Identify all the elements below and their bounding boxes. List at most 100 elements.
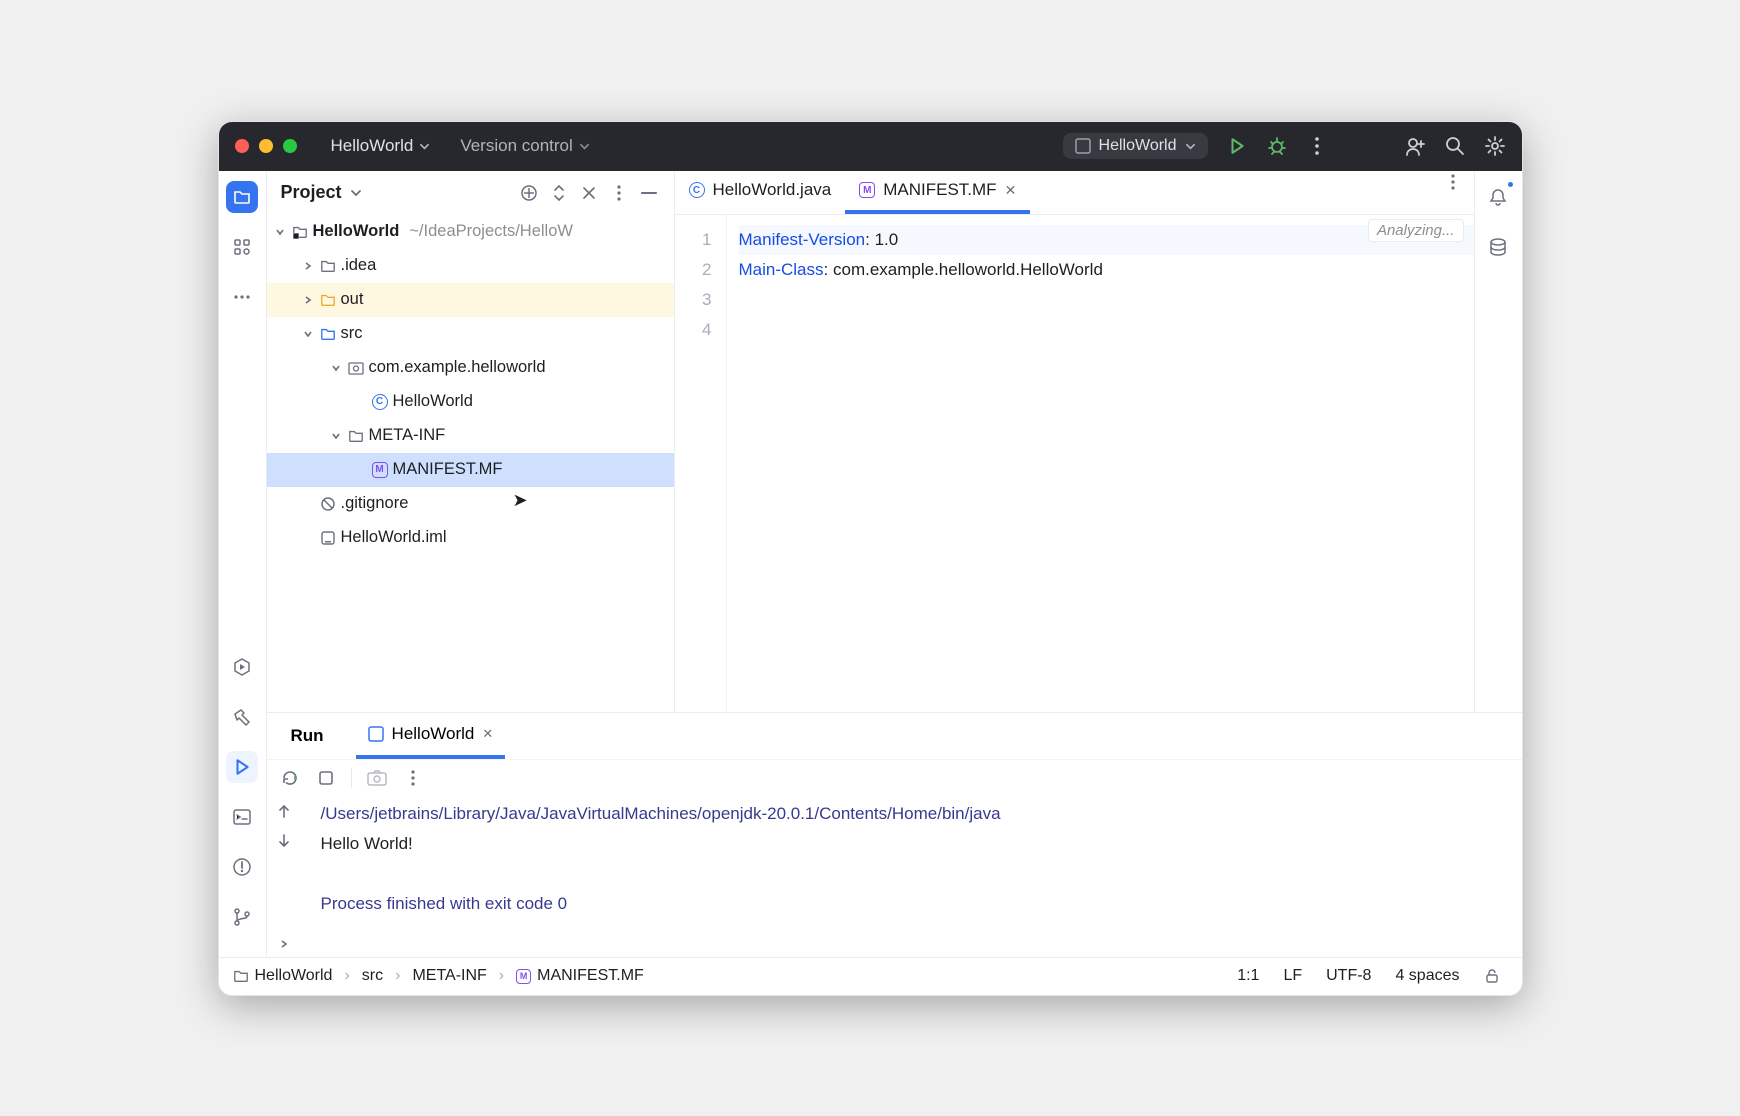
code-with-me-button[interactable] (1404, 135, 1426, 157)
run-panel-tabs: Run HelloWorld ✕ (267, 713, 1522, 759)
breadcrumb[interactable]: M MANIFEST.MF (516, 967, 644, 985)
panel-options-button[interactable] (608, 182, 630, 204)
project-menu[interactable]: HelloWorld (325, 132, 437, 160)
tree-row-root[interactable]: HelloWorld ~/IdeaProjects/HelloW (267, 215, 674, 249)
editor-more-button[interactable] (1442, 171, 1464, 193)
run-tool-button[interactable] (226, 751, 258, 783)
stop-button[interactable] (315, 767, 337, 789)
project-tree[interactable]: HelloWorld ~/IdeaProjects/HelloW .idea o… (267, 215, 674, 712)
project-panel: Project HelloWorld (267, 171, 675, 712)
chevron-down-icon (1185, 141, 1196, 152)
file-icon (320, 530, 336, 546)
chevron-down-icon[interactable] (350, 187, 362, 199)
titlebar: HelloWorld Version control HelloWorld (219, 122, 1522, 171)
vcs-tool-button[interactable] (226, 901, 258, 933)
notifications-button[interactable] (1482, 181, 1514, 213)
manifest-icon: M (516, 969, 531, 984)
git-branch-icon (232, 907, 252, 927)
chevron-down-icon (579, 141, 590, 152)
inspection-badge: Analyzing... (1368, 219, 1464, 242)
close-window-button[interactable] (235, 139, 249, 153)
run-panel: Run HelloWorld ✕ (267, 712, 1522, 957)
tree-row-iml[interactable]: HelloWorld.iml (267, 521, 674, 555)
structure-icon (233, 238, 251, 256)
close-tab-button[interactable]: ✕ (1005, 182, 1017, 199)
readonly-toggle[interactable] (1476, 968, 1508, 984)
tree-label: out (341, 290, 364, 309)
breadcrumb-sep: › (391, 967, 404, 985)
more-actions-button[interactable] (1306, 135, 1328, 157)
warning-circle-icon (232, 857, 252, 877)
run-toolbar (267, 759, 1522, 797)
tree-row-src[interactable]: src (267, 317, 674, 351)
screenshot-button[interactable] (366, 767, 388, 789)
tree-row-package[interactable]: com.example.helloworld (267, 351, 674, 385)
vcs-menu[interactable]: Version control (454, 132, 595, 160)
run-panel-title[interactable]: Run (279, 713, 336, 759)
editor-body[interactable]: 1 2 3 4 Manifest-Version: 1.0 Main-Class… (675, 215, 1474, 712)
app-icon (1075, 138, 1091, 154)
run-config-tab[interactable]: HelloWorld ✕ (356, 713, 506, 759)
chevron-down-icon (419, 141, 430, 152)
tree-label: META-INF (369, 426, 446, 445)
tree-row-gitignore[interactable]: .gitignore (267, 487, 674, 521)
hammer-icon (232, 707, 252, 727)
hide-panel-button[interactable] (638, 182, 660, 204)
build-tool-button[interactable] (226, 701, 258, 733)
run-more-button[interactable] (402, 767, 424, 789)
tree-row-manifest[interactable]: M MANIFEST.MF (267, 453, 674, 487)
console-output[interactable]: /Users/jetbrains/Library/Java/JavaVirtua… (301, 797, 1522, 957)
console-output-line: Hello World! (321, 829, 1522, 859)
file-encoding[interactable]: UTF-8 (1318, 967, 1379, 985)
expand-all-button[interactable] (548, 182, 570, 204)
rerun-button[interactable] (279, 767, 301, 789)
console-expand-button[interactable] (279, 939, 289, 949)
editor-tab-manifest[interactable]: M MANIFEST.MF ✕ (845, 171, 1030, 214)
more-tools-button[interactable] (226, 281, 258, 313)
database-tool-button[interactable] (1482, 231, 1514, 263)
problems-tool-button[interactable] (226, 851, 258, 883)
editor-area: C HelloWorld.java M MANIFEST.MF ✕ (675, 171, 1474, 712)
caret-position[interactable]: 1:1 (1229, 967, 1267, 985)
tree-row-metainf[interactable]: META-INF (267, 419, 674, 453)
folder-icon (233, 188, 251, 206)
run-button[interactable] (1226, 135, 1248, 157)
tab-label: MANIFEST.MF (883, 180, 996, 200)
app-icon (368, 726, 384, 742)
tree-label: .gitignore (341, 494, 409, 513)
manifest-icon: M (372, 462, 388, 478)
console-exit-line: Process finished with exit code 0 (321, 889, 1522, 919)
debug-button[interactable] (1266, 135, 1288, 157)
structure-tool-button[interactable] (226, 231, 258, 263)
console-nav (267, 797, 301, 957)
maximize-window-button[interactable] (283, 139, 297, 153)
breadcrumb[interactable]: src (362, 967, 383, 985)
manifest-icon: M (859, 182, 875, 198)
console-command-line: /Users/jetbrains/Library/Java/JavaVirtua… (321, 799, 1522, 829)
project-tool-button[interactable] (226, 181, 258, 213)
run-config-selector[interactable]: HelloWorld (1063, 133, 1208, 159)
tree-row-idea[interactable]: .idea (267, 249, 674, 283)
notification-dot (1506, 180, 1515, 189)
services-tool-button[interactable] (226, 651, 258, 683)
tree-row-out[interactable]: out (267, 283, 674, 317)
select-opened-file-button[interactable] (518, 182, 540, 204)
editor-tab-java[interactable]: C HelloWorld.java (675, 171, 846, 214)
terminal-tool-button[interactable] (226, 801, 258, 833)
tree-row-class[interactable]: C HelloWorld (267, 385, 674, 419)
code-area[interactable]: Manifest-Version: 1.0 Main-Class: com.ex… (727, 215, 1474, 712)
indent-settings[interactable]: 4 spaces (1387, 967, 1467, 985)
window-controls (235, 139, 297, 153)
breadcrumb[interactable]: META-INF (412, 967, 486, 985)
project-name-label: HelloWorld (331, 136, 414, 156)
scroll-up-button[interactable] (277, 803, 291, 819)
collapse-button[interactable] (578, 182, 600, 204)
search-button[interactable] (1444, 135, 1466, 157)
line-separator[interactable]: LF (1275, 967, 1310, 985)
scroll-down-button[interactable] (277, 833, 291, 849)
settings-button[interactable] (1484, 135, 1506, 157)
hexagon-play-icon (232, 657, 252, 677)
breadcrumb[interactable]: HelloWorld (233, 967, 333, 985)
close-tab-button[interactable]: ✕ (482, 726, 493, 742)
minimize-window-button[interactable] (259, 139, 273, 153)
